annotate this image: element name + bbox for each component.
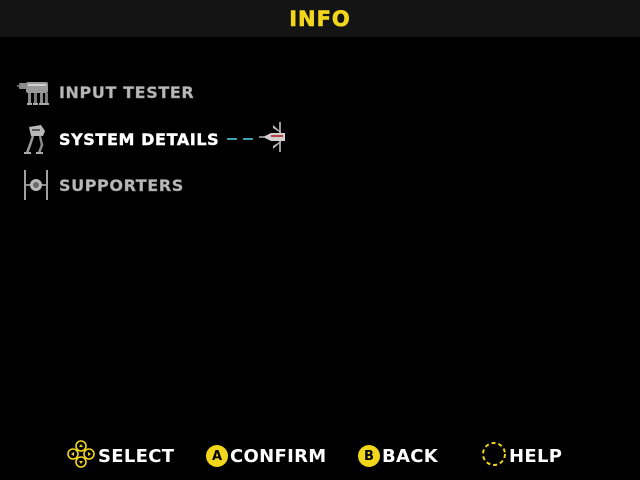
title-bar: INFO: [0, 0, 640, 37]
hint-select: SELECT: [66, 440, 174, 472]
at-st-walker-icon: [16, 122, 56, 156]
menu-item-label: INPUT TESTER: [59, 82, 195, 102]
hint-label: BACK: [382, 445, 439, 467]
button-hint-bar: SELECT A CONFIRM B BACK HELP: [0, 440, 640, 472]
dashed-circle-icon: [481, 441, 507, 471]
hint-label: SELECT: [98, 445, 175, 467]
x-wing-icon: [259, 120, 289, 158]
hint-help: HELP: [481, 440, 562, 472]
hint-label: CONFIRM: [230, 445, 327, 467]
hint-confirm: A CONFIRM: [206, 440, 326, 472]
selection-cursor: [227, 120, 289, 158]
hint-back: B BACK: [358, 440, 438, 472]
laser-dash-icon: [227, 138, 238, 140]
menu-item-input-tester[interactable]: INPUT TESTER: [16, 75, 194, 109]
menu-item-label: SYSTEM DETAILS: [59, 129, 220, 149]
hint-label: HELP: [509, 445, 563, 467]
laser-dash-icon: [243, 138, 254, 140]
menu-item-supporters[interactable]: SUPPORTERS: [16, 168, 184, 202]
dpad-icon: [66, 439, 96, 473]
tie-fighter-icon: [16, 168, 56, 202]
menu-item-system-details[interactable]: SYSTEM DETAILS: [16, 122, 289, 156]
a-button-icon: A: [206, 445, 228, 467]
b-button-icon: B: [358, 445, 380, 467]
menu-item-label: SUPPORTERS: [59, 175, 184, 195]
at-at-walker-icon: [16, 75, 56, 109]
page-title: INFO: [289, 6, 351, 31]
